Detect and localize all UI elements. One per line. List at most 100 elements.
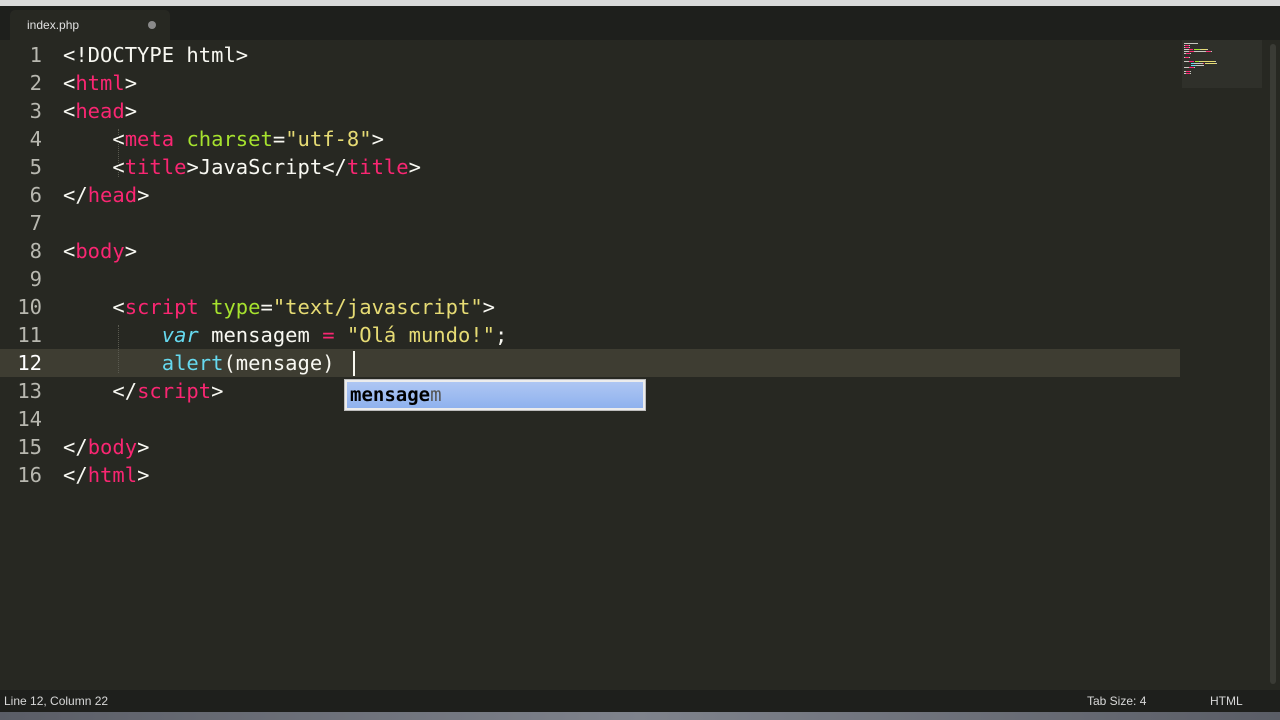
- autocomplete-popup: mensagem: [344, 379, 646, 411]
- line-number: 8: [29, 239, 42, 263]
- minimap-token: [1203, 63, 1204, 64]
- code-token: >: [408, 155, 421, 179]
- code-token: ;: [495, 323, 508, 347]
- status-bar: Line 12, Column 22 Tab Size: 4 HTML: [0, 690, 1280, 712]
- minimap-token: [1190, 53, 1191, 54]
- line-number: 11: [17, 323, 42, 347]
- vertical-scrollbar[interactable]: [1270, 44, 1276, 684]
- code-text: <title>JavaScript</title>: [63, 153, 421, 181]
- macos-dock: [0, 712, 1280, 720]
- code-text: </body>: [63, 433, 149, 461]
- code-token: >JavaScript</: [186, 155, 347, 179]
- code-text: <meta charset="utf-8">: [63, 125, 384, 153]
- code-token: charset: [186, 127, 273, 151]
- code-line[interactable]: 7: [0, 209, 1180, 237]
- code-token: html: [87, 463, 138, 487]
- code-text: <body>: [63, 237, 137, 265]
- minimap-token: [1196, 65, 1204, 66]
- code-token: meta: [124, 127, 175, 151]
- tab-bar: index.php: [0, 6, 1280, 40]
- line-number: 2: [29, 71, 42, 95]
- minimap-token: [1207, 49, 1208, 50]
- code-text: </script>: [63, 377, 223, 405]
- code-line[interactable]: 4 <meta charset="utf-8">: [0, 125, 1180, 153]
- code-token: script: [137, 379, 212, 403]
- code-text: <script type="text/javascript">: [63, 293, 495, 321]
- code-text: alert(mensage): [63, 349, 335, 377]
- line-number: 4: [29, 127, 42, 151]
- minimap-token: [1189, 49, 1193, 50]
- minimap[interactable]: [1182, 40, 1262, 88]
- code-token: body: [75, 239, 125, 263]
- line-number: 7: [29, 211, 42, 235]
- code-text: <!DOCTYPE html>: [63, 41, 248, 69]
- code-line[interactable]: 9: [0, 265, 1180, 293]
- code-token: </: [63, 435, 88, 459]
- code-line[interactable]: 8 <body>: [0, 237, 1180, 265]
- code-token: >: [137, 463, 150, 487]
- code-token: <: [63, 155, 125, 179]
- code-token: >: [124, 99, 138, 123]
- tab-size-selector[interactable]: Tab Size: 4: [1087, 690, 1146, 712]
- line-number: 6: [29, 183, 42, 207]
- code-line[interactable]: 10 <script type="text/javascript">: [0, 293, 1180, 321]
- code-token: title: [346, 155, 409, 179]
- tab-index-php[interactable]: index.php: [10, 10, 170, 40]
- minimap-token: [1194, 67, 1195, 68]
- line-number: 15: [17, 435, 42, 459]
- code-line[interactable]: 1 <!DOCTYPE html>: [0, 41, 1180, 69]
- line-number: 5: [29, 155, 42, 179]
- code-token: html: [75, 71, 125, 95]
- code-token: head: [75, 99, 125, 123]
- code-line[interactable]: 15 </body>: [0, 433, 1180, 461]
- code-token: =: [272, 127, 286, 151]
- code-token: script: [124, 295, 199, 319]
- code-token: <: [63, 71, 76, 95]
- code-line[interactable]: 16 </html>: [0, 461, 1180, 489]
- code-line[interactable]: 11 var mensagem = "Olá mundo!";: [0, 321, 1180, 349]
- code-line[interactable]: 5 <title>JavaScript</title>: [0, 153, 1180, 181]
- unsaved-dot-icon[interactable]: [148, 21, 156, 29]
- line-number: 1: [29, 43, 42, 67]
- code-token: (mensage): [223, 351, 335, 375]
- minimap-token: [1211, 51, 1212, 52]
- minimap-token: [1189, 47, 1190, 48]
- autocomplete-match: mensage: [350, 384, 431, 406]
- minimap-token: [1190, 71, 1191, 72]
- code-text: <html>: [63, 69, 137, 97]
- code-token: mensagem: [198, 323, 323, 347]
- autocomplete-item[interactable]: mensagem: [347, 382, 643, 408]
- code-token: <: [63, 127, 125, 151]
- code-line[interactable]: 3 <head>: [0, 97, 1180, 125]
- code-token: >: [137, 183, 150, 207]
- minimap-token: [1184, 43, 1198, 44]
- minimap-token: [1189, 61, 1194, 62]
- code-token: var: [161, 323, 199, 347]
- code-line[interactable]: 2 <html>: [0, 69, 1180, 97]
- syntax-selector[interactable]: HTML: [1210, 690, 1243, 712]
- code-token: <!DOCTYPE html>: [63, 43, 249, 67]
- code-token: =: [260, 295, 273, 319]
- line-number: 10: [17, 295, 42, 319]
- code-token: "utf-8": [285, 127, 372, 151]
- code-token: </: [63, 183, 88, 207]
- code-text: var mensagem = "Olá mundo!";: [63, 321, 508, 349]
- code-editor[interactable]: 1 <!DOCTYPE html> 2 <html> 3 <head> 4 <meta ch…: [0, 40, 1180, 690]
- tab-label: index.php: [27, 18, 80, 32]
- indent-guide: [118, 325, 119, 373]
- line-number: 3: [29, 99, 42, 123]
- code-text: </html>: [63, 461, 149, 489]
- code-line[interactable]: 6 </head>: [0, 181, 1180, 209]
- code-line[interactable]: 12 alert(mensage): [0, 349, 1180, 377]
- cursor-position: Line 12, Column 22: [4, 694, 109, 708]
- minimap-token: [1194, 63, 1203, 64]
- code-token: alert: [161, 351, 224, 375]
- minimap-token: [1216, 63, 1217, 64]
- code-token: </: [63, 463, 88, 487]
- code-token: >: [482, 295, 496, 319]
- minimap-token: [1189, 45, 1190, 46]
- code-text: <head>: [63, 97, 137, 125]
